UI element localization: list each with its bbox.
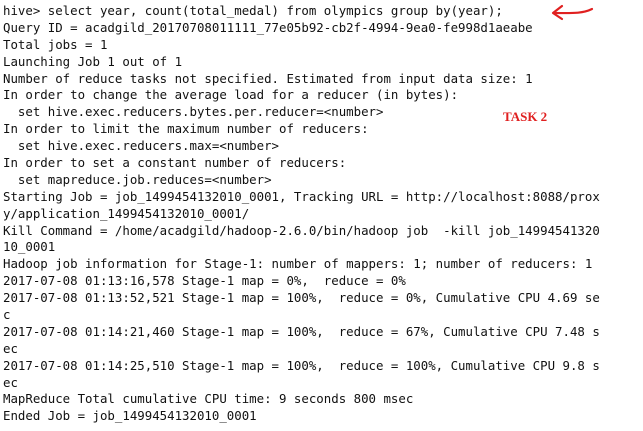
- arrow-left-icon: [551, 4, 594, 21]
- terminal-line: In order to set a constant number of red…: [3, 155, 347, 171]
- terminal-line: Launching Job 1 out of 1: [3, 53, 183, 69]
- terminal-line: Query ID = acadgild_20170708011111_77e05…: [3, 19, 533, 35]
- terminal-line: 2017-07-08 01:13:16,578 Stage-1 map = 0%…: [3, 273, 406, 289]
- terminal-line: Starting Job = job_1499454132010_0001, T…: [3, 188, 600, 204]
- terminal-line: ec: [3, 374, 18, 390]
- task-label: TASK 2: [503, 109, 548, 124]
- terminal-line: Kill Command = /home/acadgild/hadoop-2.6…: [3, 222, 600, 238]
- terminal-line: 2017-07-08 01:14:25,510 Stage-1 map = 10…: [3, 357, 600, 373]
- terminal-line: In order to change the average load for …: [3, 87, 459, 103]
- terminal-line: y/application_1499454132010_0001/: [3, 205, 250, 221]
- terminal-line: Total jobs = 1: [3, 36, 108, 52]
- terminal-line: set hive.exec.reducers.max=<number>: [3, 138, 280, 154]
- terminal-line: ec: [3, 340, 18, 356]
- terminal-line: 2017-07-08 01:14:21,460 Stage-1 map = 10…: [3, 323, 600, 339]
- terminal-line: set mapreduce.job.reduces=<number>: [3, 171, 272, 187]
- terminal-line: Hadoop job information for Stage-1: numb…: [3, 256, 593, 272]
- terminal-line: 10_0001: [3, 239, 56, 255]
- terminal-line: c: [3, 307, 11, 323]
- terminal-line: 2017-07-08 01:13:52,521 Stage-1 map = 10…: [3, 290, 600, 306]
- terminal-line: Number of reduce tasks not specified. Es…: [3, 70, 533, 86]
- terminal-line: Ended Job = job_1499454132010_0001: [3, 408, 257, 424]
- terminal-line: MapReduce Total cumulative CPU time: 9 s…: [3, 391, 414, 407]
- terminal-output[interactable]: hive> select year, count(total_medal) fr…: [3, 3, 643, 425]
- terminal-line-command: hive> select year, count(total_medal) fr…: [3, 3, 503, 18]
